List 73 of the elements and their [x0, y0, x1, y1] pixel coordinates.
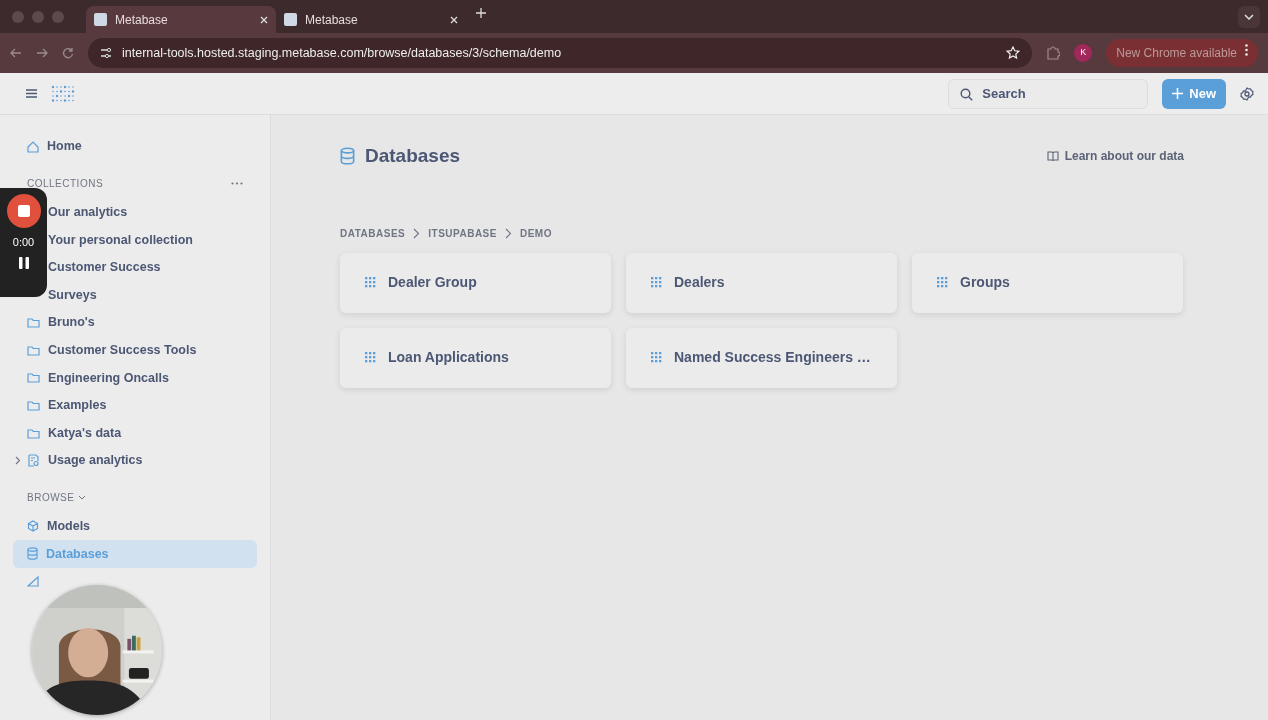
- more-icon: [1245, 44, 1248, 56]
- section-heading: COLLECTIONS: [27, 177, 104, 192]
- folder-icon: [27, 400, 40, 412]
- sidebar-item[interactable]: Usage analytics: [13, 446, 257, 475]
- sidebar-item[interactable]: Katya's data: [13, 419, 257, 447]
- grid-icon: [365, 277, 376, 289]
- folder-icon: [27, 317, 40, 329]
- database-icon: [27, 547, 38, 561]
- sidebar-item[interactable]: Engineering Oncalls: [13, 364, 257, 392]
- pause-icon[interactable]: [18, 256, 29, 269]
- address-bar[interactable]: internal-tools.hosted.staging.metabase.com/browse/databases/3/schema/demo: [88, 38, 1033, 68]
- grid-icon: [365, 352, 376, 364]
- table-card[interactable]: Dealer Group: [340, 252, 611, 313]
- reload-icon[interactable]: [62, 47, 74, 59]
- chevron-down-icon[interactable]: [78, 495, 87, 501]
- browser-tab[interactable]: Metabase: [86, 6, 276, 33]
- logo-icon[interactable]: [51, 85, 75, 102]
- table-card[interactable]: Named Success Engineers …: [626, 327, 897, 388]
- forward-icon[interactable]: [36, 48, 48, 58]
- sidebar-item[interactable]: Bruno's: [13, 308, 257, 337]
- home-icon: [27, 140, 39, 153]
- sidebar-item[interactable]: Surveys: [48, 281, 257, 309]
- sidebar-item[interactable]: Our analytics: [48, 198, 257, 227]
- table-card[interactable]: Dealers: [626, 252, 897, 313]
- tab-menu-button[interactable]: [1238, 5, 1260, 28]
- menu-icon[interactable]: [26, 89, 37, 98]
- cube-icon: [27, 520, 39, 533]
- sidebar-item[interactable]: Your personal collection: [48, 226, 257, 254]
- search-field[interactable]: Search: [948, 78, 1149, 109]
- triangle-ruler-icon[interactable]: [27, 576, 39, 587]
- sidebar-item[interactable]: Home: [13, 133, 257, 161]
- book-icon: [1046, 151, 1059, 162]
- stop-button[interactable]: [6, 194, 41, 228]
- site-settings-icon[interactable]: [100, 47, 112, 59]
- sidebar-item[interactable]: Examples: [13, 391, 257, 420]
- browser-tab[interactable]: Metabase: [276, 6, 466, 33]
- plus-icon: [1172, 88, 1184, 99]
- grid-icon: [651, 352, 662, 364]
- breadcrumb-text: DEMO: [519, 226, 552, 241]
- profile-avatar[interactable]: K: [1074, 44, 1093, 62]
- chevron-right-icon: [413, 227, 421, 239]
- folder-icon: [27, 372, 40, 384]
- favicon-icon: [284, 13, 297, 26]
- sidebar-item[interactable]: Customer Success: [48, 253, 257, 282]
- breadcrumb-link[interactable]: ITSUPABASE: [428, 225, 497, 241]
- star-icon[interactable]: [1006, 46, 1021, 60]
- back-icon[interactable]: [10, 48, 22, 58]
- table-card[interactable]: Groups: [912, 252, 1183, 313]
- chevron-down-icon: [1244, 13, 1254, 20]
- close-icon[interactable]: [450, 15, 458, 24]
- settings-icon[interactable]: [1240, 86, 1254, 101]
- chevron-right-icon[interactable]: [15, 456, 21, 466]
- folder-icon: [27, 427, 40, 439]
- more-icon[interactable]: [231, 182, 243, 186]
- sidebar-item[interactable]: Customer Success Tools: [13, 336, 257, 365]
- section-heading: BROWSE: [27, 491, 75, 506]
- page-title: Databases: [365, 145, 461, 168]
- timer-text: 0:00: [12, 235, 35, 250]
- close-icon[interactable]: [260, 15, 268, 24]
- database-icon: [340, 147, 355, 166]
- extensions-icon[interactable]: [1046, 46, 1061, 60]
- breadcrumb-link[interactable]: DATABASES: [340, 225, 406, 241]
- sidebar-item[interactable]: Models: [13, 512, 257, 541]
- new-tab-icon[interactable]: [476, 7, 486, 18]
- learn-link[interactable]: Learn about our data: [1046, 147, 1184, 166]
- favicon-icon: [94, 13, 107, 26]
- folder-icon: [27, 344, 40, 356]
- chevron-right-icon: [504, 227, 512, 239]
- grid-icon: [937, 277, 948, 289]
- report-icon: [27, 454, 40, 468]
- grid-icon: [651, 277, 662, 289]
- update-button[interactable]: New Chrome available: [1106, 39, 1258, 67]
- table-card[interactable]: Loan Applications: [340, 327, 611, 388]
